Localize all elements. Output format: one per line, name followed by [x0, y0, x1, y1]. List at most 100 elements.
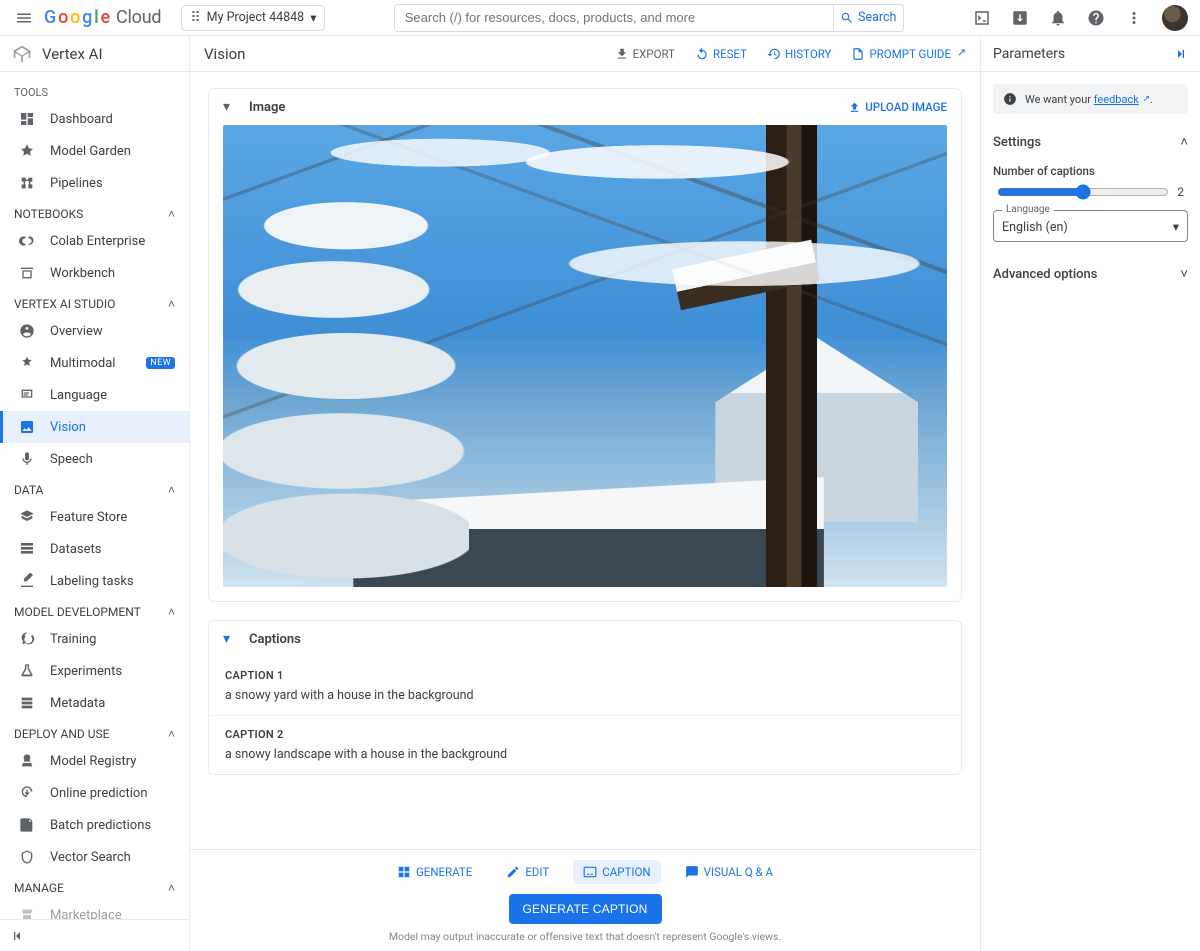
sidebar-item-label: Dashboard [50, 112, 113, 127]
export-button[interactable]: EXPORT [615, 47, 675, 61]
sidebar-item-multimodal[interactable]: MultimodalNEW [0, 347, 189, 379]
sidebar-item-label: Speech [50, 452, 93, 467]
language-select[interactable]: Language English (en)▾ [993, 210, 1188, 242]
model-garden-icon [18, 142, 36, 160]
datasets-icon [18, 540, 36, 558]
sidebar-item-labeling-tasks[interactable]: Labeling tasks [0, 565, 189, 597]
num-captions-slider[interactable] [997, 184, 1169, 200]
avatar[interactable] [1162, 5, 1188, 31]
sidebar-item-vision[interactable]: Vision [0, 411, 189, 443]
sidebar-item-metadata[interactable]: Metadata [0, 687, 189, 719]
vertex-ai-icon [12, 44, 32, 64]
notifications-icon[interactable] [1048, 8, 1068, 28]
feedback-link[interactable]: feedback [1094, 93, 1139, 106]
prompt-guide-label: PROMPT GUIDE [869, 47, 951, 61]
upload-image-button[interactable]: UPLOAD IMAGE [848, 100, 947, 114]
sidebar-item-label: Model Registry [50, 754, 136, 769]
reset-button[interactable]: RESET [695, 47, 747, 61]
nav-scroll[interactable]: TOOLS Dashboard Model Garden Pipelines NOTEB… [0, 72, 189, 919]
captions-card: ▾ Captions CAPTION 1a snowy yard with a … [208, 620, 962, 775]
nav-section-notebooks[interactable]: NOTEBOOKS˄ [0, 199, 189, 225]
left-nav: Vertex AI TOOLS Dashboard Model Garden Pipe… [0, 36, 190, 951]
sidebar-item-online-prediction[interactable]: Online prediction [0, 777, 189, 809]
marketplace-icon [18, 906, 36, 919]
history-label: HISTORY [785, 47, 832, 61]
generate-caption-button[interactable]: GENERATE CAPTION [509, 894, 662, 924]
tab-visual-qa[interactable]: VISUAL Q & A [675, 860, 783, 884]
sidebar-item-overview[interactable]: Overview [0, 315, 189, 347]
tab-edit[interactable]: EDIT [496, 860, 559, 884]
mode-tabs: GENERATE EDIT CAPTION VISUAL Q & A [190, 860, 980, 884]
caption-text: a snowy yard with a house in the backgro… [225, 688, 945, 703]
tab-caption-label: CAPTION [602, 865, 650, 879]
sidebar-item-marketplace[interactable]: Marketplace [0, 899, 189, 919]
caption-block: CAPTION 2a snowy landscape with a house … [209, 715, 961, 774]
settings-section-head[interactable]: Settings ˄ [993, 128, 1188, 156]
sidebar-item-label: Workbench [50, 266, 115, 281]
feedback-link-label: feedback [1094, 93, 1139, 106]
caption-block: CAPTION 1 a snowy yard with a house in th… [209, 657, 961, 715]
uploaded-image [223, 125, 947, 587]
chevron-down-icon[interactable]: ▾ [223, 631, 237, 647]
vision-icon [18, 418, 36, 436]
google-cloud-logo[interactable]: Google Cloud [44, 7, 161, 28]
tab-generate[interactable]: GENERATE [387, 860, 482, 884]
chevron-down-icon: ˅ [1180, 266, 1188, 282]
tab-caption[interactable]: CAPTION [573, 860, 660, 884]
top-icons [972, 5, 1188, 31]
caption-text: a snowy landscape with a house in the ba… [225, 747, 945, 762]
more-vert-icon[interactable] [1124, 8, 1144, 28]
metadata-icon [18, 694, 36, 712]
help-icon[interactable] [1086, 8, 1106, 28]
hamburger-menu[interactable] [12, 6, 36, 30]
cloud-shell-icon[interactable] [972, 8, 992, 28]
language-value: English (en) [1002, 220, 1068, 235]
sidebar-item-dashboard[interactable]: Dashboard [0, 103, 189, 135]
sidebar-item-colab-enterprise[interactable]: Colab Enterprise [0, 225, 189, 257]
download-icon[interactable] [1010, 8, 1030, 28]
nav-section-vertex-ai-studio[interactable]: VERTEX AI STUDIO˄ [0, 289, 189, 315]
prompt-guide-button[interactable]: PROMPT GUIDE [851, 47, 966, 61]
sidebar-item-label: Pipelines [50, 176, 103, 191]
nav-section-manage[interactable]: MANAGE˄ [0, 873, 189, 899]
sidebar-item-training[interactable]: Training [0, 623, 189, 655]
sidebar-item-feature-store[interactable]: Feature Store [0, 501, 189, 533]
nav-section-data[interactable]: DATA˄ [0, 475, 189, 501]
history-button[interactable]: HISTORY [767, 47, 832, 61]
sidebar-item-experiments[interactable]: Experiments [0, 655, 189, 687]
image-card-title: Image [249, 100, 285, 115]
nav-section-model-development[interactable]: MODEL DEVELOPMENT˄ [0, 597, 189, 623]
advanced-section-head[interactable]: Advanced options ˅ [993, 260, 1188, 288]
cloud-word: Cloud [116, 7, 161, 28]
multimodal-icon [18, 354, 36, 372]
sidebar-item-pipelines[interactable]: Pipelines [0, 167, 189, 199]
sidebar-item-vector-search[interactable]: Vector Search [0, 841, 189, 873]
image-card: ▾ Image UPLOAD IMAGE [208, 88, 962, 602]
sidebar-item-batch-predictions[interactable]: Batch predictions [0, 809, 189, 841]
collapse-nav-button[interactable] [0, 919, 189, 951]
dropdown-caret-icon: ▾ [1173, 219, 1179, 235]
parameters-title: Parameters [993, 46, 1065, 62]
feedback-pre: We want your [1025, 93, 1094, 106]
chevron-down-icon[interactable]: ▾ [223, 99, 237, 115]
caption-label: CAPTION 1 [225, 669, 945, 682]
chevron-up-icon: ˄ [168, 605, 175, 619]
bottom-bar: GENERATE EDIT CAPTION VISUAL Q & A GENER… [190, 849, 980, 951]
sidebar-item-speech[interactable]: Speech [0, 443, 189, 475]
sidebar-item-model-registry[interactable]: Model Registry [0, 745, 189, 777]
disclaimer-text: Model may output inaccurate or offensive… [190, 930, 980, 943]
sidebar-item-workbench[interactable]: Workbench [0, 257, 189, 289]
sidebar-item-model-garden[interactable]: Model Garden [0, 135, 189, 167]
content-scroll[interactable]: ▾ Image UPLOAD IMAGE [190, 72, 980, 849]
search-button[interactable]: Search [833, 5, 903, 31]
experiments-icon [18, 662, 36, 680]
collapse-panel-icon[interactable] [1172, 46, 1188, 62]
project-picker[interactable]: ⠿ My Project 44848 ▾ [181, 5, 325, 31]
nav-section-tools: TOOLS [0, 78, 189, 103]
product-header: Vertex AI [0, 36, 189, 72]
search-input[interactable] [395, 5, 833, 31]
parameters-header: Parameters [981, 36, 1200, 72]
nav-section-deploy-and-use[interactable]: DEPLOY AND USE˄ [0, 719, 189, 745]
sidebar-item-language[interactable]: Language [0, 379, 189, 411]
sidebar-item-datasets[interactable]: Datasets [0, 533, 189, 565]
